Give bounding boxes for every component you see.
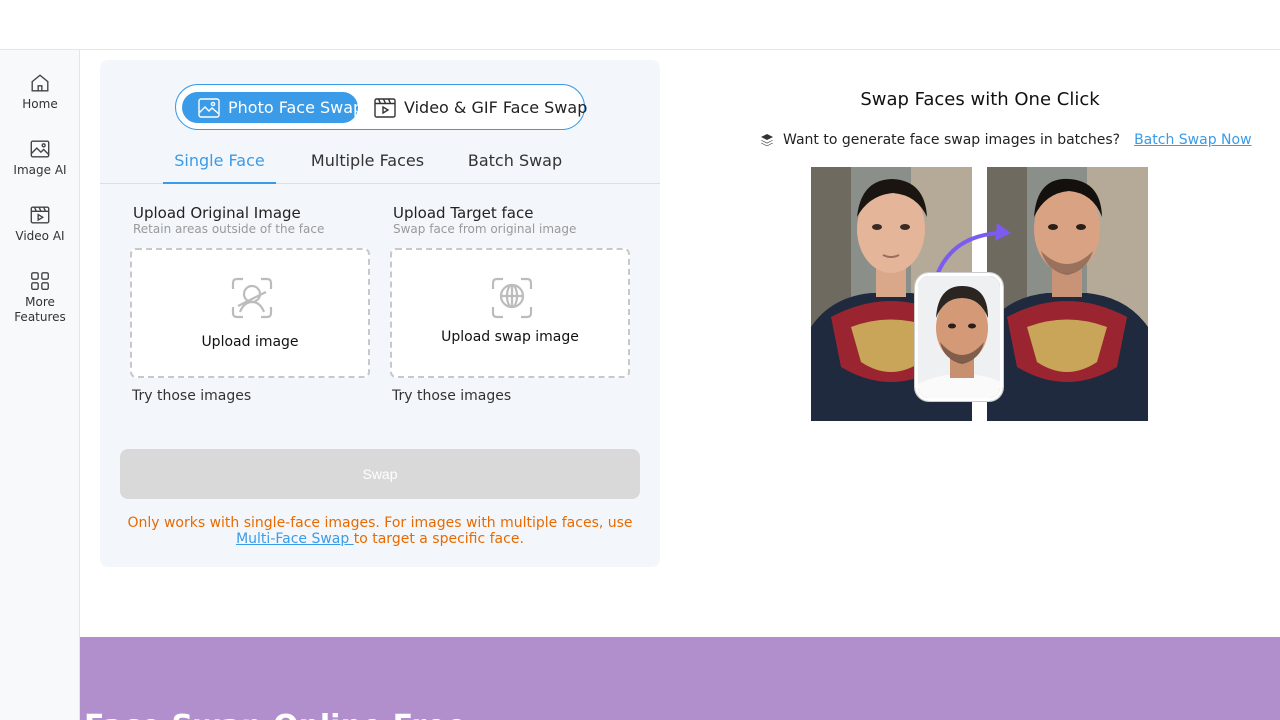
upload-original-subtitle: Retain areas outside of the face: [133, 222, 325, 236]
upload-target-dropzone[interactable]: Upload swap image: [390, 248, 630, 378]
try-images-label: Try those images: [132, 388, 252, 404]
video-icon: [30, 206, 50, 224]
image-icon: [30, 140, 50, 158]
swap-arrow-icon: [935, 223, 1011, 276]
footer-band: Face Swap Online Free: [80, 637, 1280, 720]
sidebar-item-more-features[interactable]: More Features: [0, 270, 80, 325]
video-gif-face-swap-label: Video & GIF Face Swap: [404, 98, 588, 117]
upload-original-section: Upload Original Image Retain areas outsi…: [130, 204, 370, 404]
sidebar-item-label: Video AI: [15, 229, 65, 243]
sidebar-item-home[interactable]: Home: [0, 72, 80, 112]
photo-icon: [198, 97, 220, 118]
face-scan-icon: [491, 277, 533, 319]
upload-target-subtitle: Swap face from original image: [393, 222, 577, 236]
tab-batch-swap[interactable]: Batch Swap: [466, 144, 564, 184]
face-swap-panel: Photo Face Swap Video & GIF Face Swap Si…: [100, 60, 660, 567]
batch-prompt: Want to generate face swap images in bat…: [783, 132, 1121, 148]
upload-target-title: Upload Target face: [393, 204, 534, 222]
multi-face-swap-link[interactable]: Multi-Face Swap: [236, 531, 354, 547]
swap-type-tabs: Single Face Multiple Faces Batch Swap: [100, 144, 660, 184]
top-bar: [0, 0, 1280, 50]
notice-text: Only works with single-face images. For …: [127, 515, 633, 531]
upload-original-dropzone[interactable]: Upload image: [130, 248, 370, 378]
upload-image-button[interactable]: Upload image: [132, 334, 368, 350]
batch-promo: Want to generate face swap images in bat…: [760, 131, 1252, 149]
mode-toggle: Photo Face Swap Video & GIF Face Swap: [175, 84, 587, 130]
face-swap-demo-image: [811, 167, 1149, 421]
target-face-thumbnail: [915, 273, 1003, 401]
home-icon: [31, 74, 49, 92]
single-face-notice: Only works with single-face images. For …: [120, 515, 640, 547]
notice-text-end: to target a specific face.: [353, 531, 524, 547]
sidebar-item-image-ai[interactable]: Image AI: [0, 138, 80, 178]
try-images-label: Try those images: [392, 388, 512, 404]
upload-original-title: Upload Original Image: [133, 204, 301, 222]
grid-icon: [31, 272, 49, 290]
sidebar-item-label: Image AI: [13, 163, 67, 177]
video-icon: [374, 97, 396, 118]
sidebar-item-video-ai[interactable]: Video AI: [0, 204, 80, 244]
photo-face-swap-label: Photo Face Swap: [228, 98, 364, 117]
photo-face-swap-button[interactable]: Photo Face Swap: [182, 92, 363, 123]
video-gif-face-swap-button[interactable]: Video & GIF Face Swap: [374, 92, 587, 123]
sidebar-item-label: More Features: [14, 295, 66, 324]
upload-target-section: Upload Target face Swap face from origin…: [390, 204, 630, 404]
layers-icon: [761, 134, 773, 147]
tab-single-face[interactable]: Single Face: [163, 144, 276, 184]
upload-swap-image-button[interactable]: Upload swap image: [392, 329, 628, 345]
swapped-photo: [987, 167, 1148, 421]
tab-multiple-faces[interactable]: Multiple Faces: [310, 144, 425, 184]
sidebar: Home Image AI Video AI More Features: [0, 50, 80, 720]
swap-button[interactable]: Swap: [120, 449, 640, 499]
showcase-title: Swap Faces with One Click: [860, 89, 1100, 110]
batch-swap-now-link[interactable]: Batch Swap Now: [1134, 132, 1251, 148]
sidebar-item-label: Home: [22, 97, 58, 111]
footer-heading: Face Swap Online Free: [84, 709, 467, 720]
face-upload-icon: [231, 277, 273, 319]
